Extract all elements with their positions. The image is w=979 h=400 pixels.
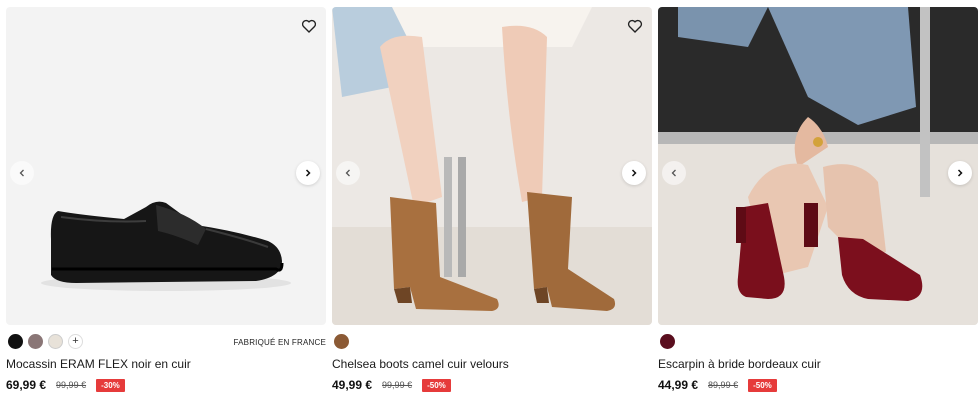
chevron-left-icon — [671, 169, 676, 177]
original-price: 99,99 € — [382, 380, 413, 390]
chevron-right-icon — [957, 169, 963, 177]
current-price: 49,99 € — [332, 378, 373, 392]
product-title[interactable]: Mocassin ERAM FLEX noir en cuir — [6, 357, 191, 371]
swatch-taupe[interactable] — [28, 334, 43, 349]
product-card[interactable]: Escarpin à bride bordeaux cuir 44,99 € 8… — [658, 0, 978, 400]
original-price: 89,99 € — [708, 380, 739, 390]
boots-illustration — [332, 7, 652, 325]
product-title[interactable]: Escarpin à bride bordeaux cuir — [658, 357, 821, 371]
product-image[interactable] — [332, 7, 652, 325]
made-in-label: FABRIQUÉ EN FRANCE — [233, 338, 326, 347]
next-image-button[interactable] — [948, 161, 972, 185]
product-image[interactable] — [6, 7, 326, 325]
price-row: 49,99 € 99,99 € -50% — [332, 378, 451, 392]
heart-icon[interactable] — [626, 17, 644, 35]
chevron-right-icon — [631, 169, 637, 177]
color-swatches — [660, 334, 675, 349]
product-card[interactable]: + FABRIQUÉ EN FRANCE Mocassin ERAM FLEX … — [6, 0, 326, 400]
chevron-left-icon — [19, 169, 24, 177]
more-colors-button[interactable]: + — [68, 334, 83, 349]
previous-image-button[interactable] — [662, 161, 686, 185]
color-swatches: + — [8, 334, 83, 349]
product-title[interactable]: Chelsea boots camel cuir velours — [332, 357, 509, 371]
current-price: 44,99 € — [658, 378, 699, 392]
discount-badge: -50% — [422, 378, 451, 392]
previous-image-button[interactable] — [336, 161, 360, 185]
discount-badge: -50% — [748, 378, 777, 392]
current-price: 69,99 € — [6, 378, 47, 392]
loafer-illustration — [41, 201, 291, 291]
product-card[interactable]: Chelsea boots camel cuir velours 49,99 €… — [332, 0, 652, 400]
price-row: 44,99 € 89,99 € -50% — [658, 378, 777, 392]
swatch-beige[interactable] — [48, 334, 63, 349]
next-image-button[interactable] — [622, 161, 646, 185]
chevron-left-icon — [345, 169, 350, 177]
chevron-right-icon — [305, 169, 311, 177]
product-image[interactable] — [658, 7, 978, 325]
swatch-black[interactable] — [8, 334, 23, 349]
previous-image-button[interactable] — [10, 161, 34, 185]
discount-badge: -30% — [96, 378, 125, 392]
swatch-bordeaux[interactable] — [660, 334, 675, 349]
heart-icon[interactable] — [300, 17, 318, 35]
price-row: 69,99 € 99,99 € -30% — [6, 378, 125, 392]
pumps-illustration — [658, 7, 978, 325]
next-image-button[interactable] — [296, 161, 320, 185]
color-swatches — [334, 334, 349, 349]
original-price: 99,99 € — [56, 380, 87, 390]
swatch-camel[interactable] — [334, 334, 349, 349]
